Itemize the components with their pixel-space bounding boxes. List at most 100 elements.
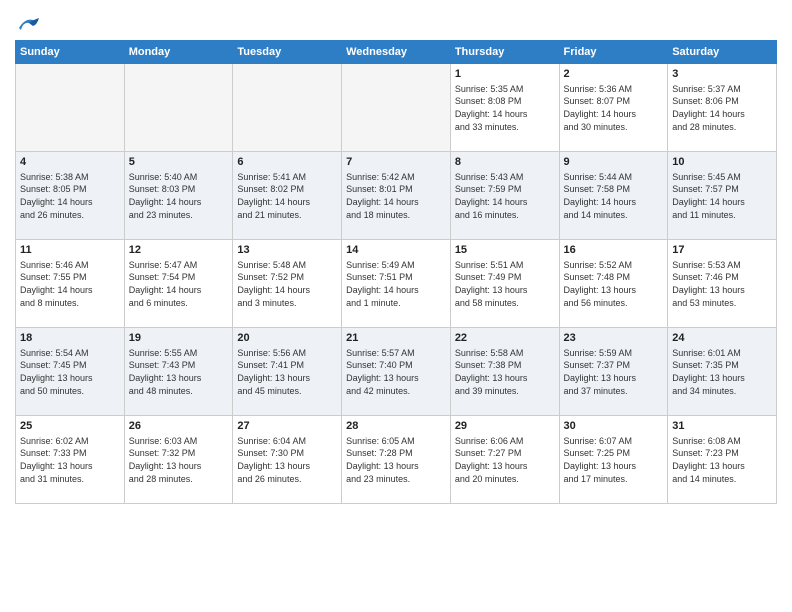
day-info: Sunrise: 5:44 AM Sunset: 7:58 PM Dayligh… [564,171,664,221]
day-number: 26 [129,419,229,434]
week-row-5: 25Sunrise: 6:02 AM Sunset: 7:33 PM Dayli… [16,416,777,504]
day-number: 30 [564,419,664,434]
header [15,10,777,34]
day-number: 20 [237,331,337,346]
day-number: 1 [455,67,555,82]
day-number: 15 [455,243,555,258]
week-row-3: 11Sunrise: 5:46 AM Sunset: 7:55 PM Dayli… [16,240,777,328]
week-row-2: 4Sunrise: 5:38 AM Sunset: 8:05 PM Daylig… [16,152,777,240]
day-info: Sunrise: 6:08 AM Sunset: 7:23 PM Dayligh… [672,435,772,485]
day-number: 9 [564,155,664,170]
day-info: Sunrise: 5:49 AM Sunset: 7:51 PM Dayligh… [346,259,446,309]
day-info: Sunrise: 6:06 AM Sunset: 7:27 PM Dayligh… [455,435,555,485]
calendar-cell: 31Sunrise: 6:08 AM Sunset: 7:23 PM Dayli… [668,416,777,504]
calendar-cell: 25Sunrise: 6:02 AM Sunset: 7:33 PM Dayli… [16,416,125,504]
day-info: Sunrise: 5:42 AM Sunset: 8:01 PM Dayligh… [346,171,446,221]
day-number: 19 [129,331,229,346]
calendar-cell [342,64,451,152]
calendar-cell: 10Sunrise: 5:45 AM Sunset: 7:57 PM Dayli… [668,152,777,240]
day-info: Sunrise: 5:51 AM Sunset: 7:49 PM Dayligh… [455,259,555,309]
day-number: 28 [346,419,446,434]
calendar-cell: 26Sunrise: 6:03 AM Sunset: 7:32 PM Dayli… [124,416,233,504]
day-info: Sunrise: 6:07 AM Sunset: 7:25 PM Dayligh… [564,435,664,485]
calendar-cell: 5Sunrise: 5:40 AM Sunset: 8:03 PM Daylig… [124,152,233,240]
day-info: Sunrise: 6:01 AM Sunset: 7:35 PM Dayligh… [672,347,772,397]
day-header-wednesday: Wednesday [342,41,451,64]
day-header-thursday: Thursday [450,41,559,64]
day-header-sunday: Sunday [16,41,125,64]
day-info: Sunrise: 5:37 AM Sunset: 8:06 PM Dayligh… [672,83,772,133]
day-info: Sunrise: 5:55 AM Sunset: 7:43 PM Dayligh… [129,347,229,397]
calendar-cell: 2Sunrise: 5:36 AM Sunset: 8:07 PM Daylig… [559,64,668,152]
calendar-cell: 30Sunrise: 6:07 AM Sunset: 7:25 PM Dayli… [559,416,668,504]
day-info: Sunrise: 6:05 AM Sunset: 7:28 PM Dayligh… [346,435,446,485]
day-info: Sunrise: 5:58 AM Sunset: 7:38 PM Dayligh… [455,347,555,397]
day-info: Sunrise: 5:35 AM Sunset: 8:08 PM Dayligh… [455,83,555,133]
calendar-cell: 19Sunrise: 5:55 AM Sunset: 7:43 PM Dayli… [124,328,233,416]
day-number: 3 [672,67,772,82]
day-number: 23 [564,331,664,346]
calendar-cell: 7Sunrise: 5:42 AM Sunset: 8:01 PM Daylig… [342,152,451,240]
day-number: 31 [672,419,772,434]
calendar-cell: 23Sunrise: 5:59 AM Sunset: 7:37 PM Dayli… [559,328,668,416]
day-info: Sunrise: 5:43 AM Sunset: 7:59 PM Dayligh… [455,171,555,221]
calendar-table: SundayMondayTuesdayWednesdayThursdayFrid… [15,40,777,504]
week-row-1: 1Sunrise: 5:35 AM Sunset: 8:08 PM Daylig… [16,64,777,152]
calendar-cell: 24Sunrise: 6:01 AM Sunset: 7:35 PM Dayli… [668,328,777,416]
day-info: Sunrise: 6:04 AM Sunset: 7:30 PM Dayligh… [237,435,337,485]
day-header-friday: Friday [559,41,668,64]
calendar-cell [233,64,342,152]
day-info: Sunrise: 5:38 AM Sunset: 8:05 PM Dayligh… [20,171,120,221]
day-info: Sunrise: 5:54 AM Sunset: 7:45 PM Dayligh… [20,347,120,397]
day-number: 6 [237,155,337,170]
calendar-cell: 8Sunrise: 5:43 AM Sunset: 7:59 PM Daylig… [450,152,559,240]
calendar-cell: 28Sunrise: 6:05 AM Sunset: 7:28 PM Dayli… [342,416,451,504]
calendar-cell: 6Sunrise: 5:41 AM Sunset: 8:02 PM Daylig… [233,152,342,240]
day-number: 16 [564,243,664,258]
day-number: 29 [455,419,555,434]
calendar-cell: 15Sunrise: 5:51 AM Sunset: 7:49 PM Dayli… [450,240,559,328]
day-number: 18 [20,331,120,346]
calendar-cell: 1Sunrise: 5:35 AM Sunset: 8:08 PM Daylig… [450,64,559,152]
day-number: 11 [20,243,120,258]
calendar-cell: 20Sunrise: 5:56 AM Sunset: 7:41 PM Dayli… [233,328,342,416]
day-info: Sunrise: 6:03 AM Sunset: 7:32 PM Dayligh… [129,435,229,485]
days-header-row: SundayMondayTuesdayWednesdayThursdayFrid… [16,41,777,64]
calendar-cell: 18Sunrise: 5:54 AM Sunset: 7:45 PM Dayli… [16,328,125,416]
calendar-cell: 29Sunrise: 6:06 AM Sunset: 7:27 PM Dayli… [450,416,559,504]
calendar-cell: 17Sunrise: 5:53 AM Sunset: 7:46 PM Dayli… [668,240,777,328]
day-info: Sunrise: 5:36 AM Sunset: 8:07 PM Dayligh… [564,83,664,133]
calendar-cell [16,64,125,152]
calendar-cell: 21Sunrise: 5:57 AM Sunset: 7:40 PM Dayli… [342,328,451,416]
day-number: 5 [129,155,229,170]
day-number: 22 [455,331,555,346]
page: SundayMondayTuesdayWednesdayThursdayFrid… [0,0,792,509]
calendar-cell: 14Sunrise: 5:49 AM Sunset: 7:51 PM Dayli… [342,240,451,328]
week-row-4: 18Sunrise: 5:54 AM Sunset: 7:45 PM Dayli… [16,328,777,416]
calendar-cell: 22Sunrise: 5:58 AM Sunset: 7:38 PM Dayli… [450,328,559,416]
day-number: 8 [455,155,555,170]
day-info: Sunrise: 5:59 AM Sunset: 7:37 PM Dayligh… [564,347,664,397]
day-number: 10 [672,155,772,170]
day-number: 27 [237,419,337,434]
day-info: Sunrise: 6:02 AM Sunset: 7:33 PM Dayligh… [20,435,120,485]
calendar-cell: 11Sunrise: 5:46 AM Sunset: 7:55 PM Dayli… [16,240,125,328]
day-info: Sunrise: 5:45 AM Sunset: 7:57 PM Dayligh… [672,171,772,221]
day-number: 25 [20,419,120,434]
day-info: Sunrise: 5:40 AM Sunset: 8:03 PM Dayligh… [129,171,229,221]
day-info: Sunrise: 5:46 AM Sunset: 7:55 PM Dayligh… [20,259,120,309]
day-number: 24 [672,331,772,346]
calendar-cell: 16Sunrise: 5:52 AM Sunset: 7:48 PM Dayli… [559,240,668,328]
day-header-saturday: Saturday [668,41,777,64]
day-number: 7 [346,155,446,170]
calendar-cell: 3Sunrise: 5:37 AM Sunset: 8:06 PM Daylig… [668,64,777,152]
day-number: 21 [346,331,446,346]
day-info: Sunrise: 5:52 AM Sunset: 7:48 PM Dayligh… [564,259,664,309]
day-number: 13 [237,243,337,258]
logo [15,10,47,34]
day-info: Sunrise: 5:41 AM Sunset: 8:02 PM Dayligh… [237,171,337,221]
logo-bird-icon [15,10,43,34]
day-header-monday: Monday [124,41,233,64]
day-info: Sunrise: 5:48 AM Sunset: 7:52 PM Dayligh… [237,259,337,309]
day-number: 14 [346,243,446,258]
